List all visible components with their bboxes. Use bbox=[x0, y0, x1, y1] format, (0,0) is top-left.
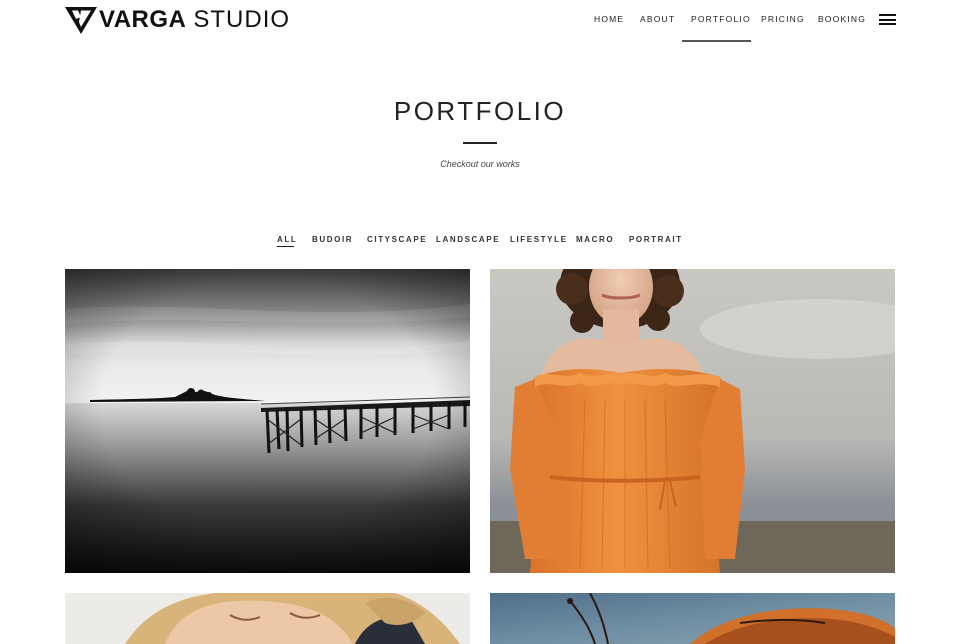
gallery-item-blonde-portrait[interactable] bbox=[65, 593, 470, 644]
nav-pricing[interactable]: PRICING bbox=[761, 14, 805, 24]
filter-landscape[interactable]: LANDSCAPE bbox=[436, 235, 500, 245]
orange-dress-photo bbox=[490, 269, 895, 573]
macro-butterfly-photo bbox=[490, 593, 895, 644]
filter-portrait[interactable]: PORTRAIT bbox=[629, 235, 683, 245]
nav-home[interactable]: HOME bbox=[594, 14, 624, 24]
nav-booking[interactable]: BOOKING bbox=[818, 14, 866, 24]
filter-cityscape[interactable]: CITYSCAPE bbox=[367, 235, 427, 245]
hamburger-menu-icon[interactable] bbox=[879, 14, 896, 26]
pier-photo bbox=[65, 269, 470, 573]
nav-about[interactable]: ABOUT bbox=[640, 14, 675, 24]
title-divider bbox=[463, 142, 497, 144]
filter-macro[interactable]: MACRO bbox=[576, 235, 614, 245]
main-nav: HOME ABOUT PORTFOLIO PRICING BOOKING bbox=[0, 0, 960, 42]
filter-budoir[interactable]: BUDOIR bbox=[312, 235, 353, 245]
nav-portfolio[interactable]: PORTFOLIO bbox=[691, 14, 751, 24]
nav-active-indicator bbox=[682, 40, 751, 42]
page-subtitle: Checkout our works bbox=[440, 159, 520, 169]
gallery-item-pier[interactable] bbox=[65, 269, 470, 573]
site-header: VARGA STUDIO HOME ABOUT PORTFOLIO PRICIN… bbox=[0, 0, 960, 42]
gallery-item-orange-dress[interactable] bbox=[490, 269, 895, 573]
filter-lifestyle[interactable]: LIFESTYLE bbox=[510, 235, 568, 245]
page-title: PORTFOLIO bbox=[393, 96, 567, 126]
filter-all[interactable]: ALL bbox=[277, 235, 297, 245]
blonde-portrait-photo bbox=[65, 593, 470, 644]
filter-active-indicator bbox=[277, 246, 294, 247]
gallery-item-macro-butterfly[interactable] bbox=[490, 593, 895, 644]
